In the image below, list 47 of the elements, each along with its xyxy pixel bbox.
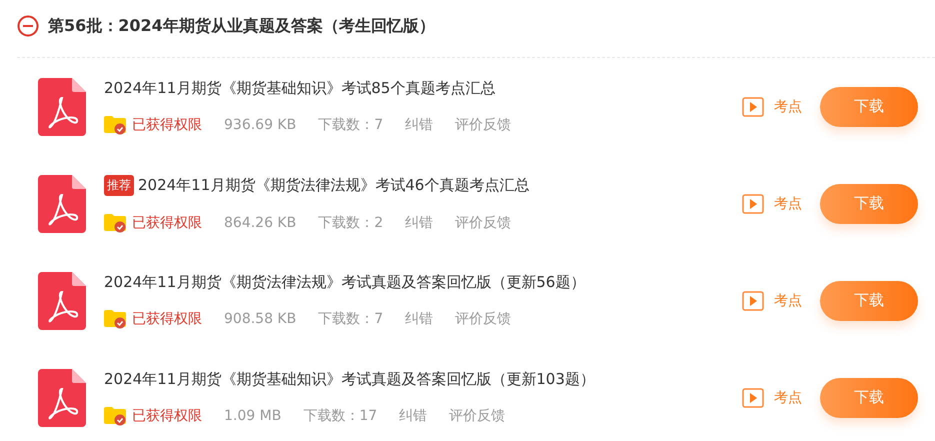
key-points-link[interactable]: 考点 — [774, 292, 802, 310]
key-points-link[interactable]: 考点 — [774, 388, 802, 406]
file-title[interactable]: 2024年11月期货《期货基础知识》考试真题及答案回忆版（更新103题） — [104, 370, 595, 388]
pdf-file-icon — [38, 368, 86, 426]
recommend-tag: 推荐 — [104, 174, 134, 196]
download-button[interactable]: 下载 — [820, 184, 918, 224]
key-points-link[interactable]: 考点 — [774, 98, 802, 116]
feedback-link[interactable]: 评价反馈 — [455, 214, 512, 232]
file-title[interactable]: 2024年11月期货《期货法律法规》考试真题及答案回忆版（更新56题） — [104, 272, 586, 292]
folder-check-icon — [104, 212, 126, 232]
permission-status: 已获得权限 — [132, 406, 202, 424]
download-button[interactable]: 下载 — [820, 86, 918, 126]
folder-check-icon — [104, 308, 126, 328]
feedback-link[interactable]: 评价反馈 — [455, 310, 512, 328]
file-size: 1.09 MB — [224, 408, 282, 424]
permission-status: 已获得权限 — [132, 310, 202, 328]
play-icon[interactable] — [742, 290, 764, 310]
play-icon[interactable] — [742, 96, 764, 116]
pdf-file-icon — [38, 272, 86, 330]
file-size: 864.26 KB — [224, 214, 296, 230]
report-error-link[interactable]: 纠错 — [405, 310, 434, 328]
play-icon[interactable] — [742, 388, 764, 408]
report-error-link[interactable]: 纠错 — [405, 116, 434, 134]
key-points-link[interactable]: 考点 — [774, 194, 802, 212]
collapse-icon[interactable] — [17, 15, 39, 37]
pdf-file-icon — [38, 78, 86, 136]
section-title: 第56批：2024年期货从业真题及答案（考生回忆版） — [48, 16, 435, 36]
permission-status: 已获得权限 — [132, 116, 202, 134]
feedback-link[interactable]: 评价反馈 — [455, 116, 512, 134]
download-count: 下载数：2 — [318, 214, 384, 232]
download-button[interactable]: 下载 — [820, 378, 918, 418]
file-size: 908.58 KB — [224, 310, 296, 326]
file-size: 936.69 KB — [224, 116, 296, 132]
download-button[interactable]: 下载 — [820, 280, 918, 320]
report-error-link[interactable]: 纠错 — [399, 406, 428, 424]
file-title[interactable]: 2024年11月期货《期货法律法规》考试46个真题考点汇总 — [138, 176, 530, 194]
play-icon[interactable] — [742, 194, 764, 214]
feedback-link[interactable]: 评价反馈 — [449, 406, 506, 424]
pdf-file-icon — [38, 174, 86, 232]
download-count: 下载数：7 — [318, 116, 384, 134]
permission-status: 已获得权限 — [132, 214, 202, 232]
folder-check-icon — [104, 406, 126, 426]
file-title[interactable]: 2024年11月期货《期货基础知识》考试85个真题考点汇总 — [104, 78, 496, 98]
download-count: 下载数：17 — [303, 406, 378, 424]
download-count: 下载数：7 — [318, 310, 384, 328]
folder-check-icon — [104, 114, 126, 134]
report-error-link[interactable]: 纠错 — [405, 214, 434, 232]
